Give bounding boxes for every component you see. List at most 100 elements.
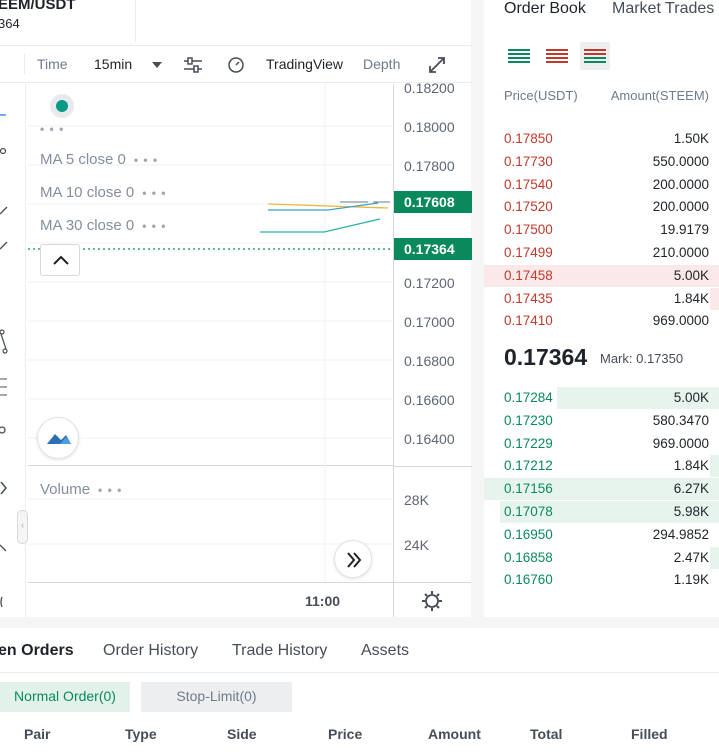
- indicator-settings-icon[interactable]: [183, 56, 203, 79]
- price-tag-high: 0.17608: [394, 191, 472, 213]
- ask-price: 0.17540: [504, 176, 553, 192]
- tab-order-history[interactable]: Order History: [103, 642, 198, 660]
- bid-row[interactable]: 0.16760 1.19K: [484, 569, 719, 591]
- mark-price: Mark: 0.17350: [600, 351, 684, 366]
- eraser-icon[interactable]: [0, 596, 8, 611]
- trendline-icon[interactable]: [0, 204, 8, 218]
- volume-menu-dots[interactable]: • • •: [98, 483, 122, 497]
- ma5-label: MA 5 close 0: [40, 151, 126, 168]
- price-chart[interactable]: • • • MA 5 close 0 • • • MA 10 close 0 • •…: [28, 84, 393, 466]
- chart-logo-icon[interactable]: [37, 417, 79, 459]
- tradingview-button[interactable]: TradingView: [266, 56, 343, 72]
- pattern-icon[interactable]: [0, 329, 8, 358]
- chart-frame: • • • MA 5 close 0 • • • MA 10 close 0 • •…: [28, 80, 472, 617]
- scroll-to-latest-button[interactable]: [334, 540, 372, 578]
- bid-amount: 6.27K: [673, 481, 709, 497]
- legend-more-dots[interactable]: • • •: [40, 122, 64, 136]
- ask-row[interactable]: 0.17520 200.0000: [484, 196, 719, 218]
- book-bids-icon[interactable]: [580, 42, 610, 70]
- book-asks-icon[interactable]: [542, 42, 572, 70]
- ask-row[interactable]: 0.17499 210.0000: [484, 242, 719, 264]
- ask-row[interactable]: 0.17730 550.0000: [484, 151, 719, 173]
- measure-icon[interactable]: [0, 424, 8, 439]
- collapse-sidebar-handle[interactable]: ‹: [17, 510, 28, 544]
- expand-icon[interactable]: [428, 56, 446, 79]
- ask-price: 0.17410: [504, 313, 553, 329]
- bid-row[interactable]: 0.17229 969.0000: [484, 433, 719, 455]
- zoom-icon[interactable]: [0, 542, 8, 556]
- price-tick: 0.17800: [404, 158, 455, 174]
- tab-order-book[interactable]: Order Book: [504, 0, 586, 18]
- bid-amount: 294.9852: [652, 526, 709, 542]
- ask-row[interactable]: 0.17410 969.0000: [484, 310, 719, 332]
- interval-select[interactable]: 15min: [94, 56, 132, 72]
- tab-assets[interactable]: Assets: [361, 642, 409, 660]
- ma30-menu-dots[interactable]: • • •: [142, 219, 166, 233]
- ma10-menu-dots[interactable]: • • •: [142, 186, 166, 200]
- bid-amount: 1.19K: [673, 572, 709, 588]
- chart-settings-icon[interactable]: [393, 582, 471, 617]
- axis-divider: [393, 466, 472, 467]
- ma10-legend[interactable]: MA 10 close 0 • • •: [40, 184, 167, 201]
- ma30-legend[interactable]: MA 30 close 0 • • •: [40, 217, 167, 234]
- bid-amount: 1.84K: [673, 458, 709, 474]
- toolbar-divider: [24, 54, 25, 74]
- column-pair: Pair: [24, 726, 51, 742]
- ask-price: 0.17458: [504, 267, 553, 283]
- collapse-legend-button[interactable]: [40, 244, 80, 276]
- bid-row[interactable]: 0.17230 580.3470: [484, 410, 719, 432]
- normal-order-filter[interactable]: Normal Order(0): [0, 682, 130, 712]
- chevron-down-icon[interactable]: [152, 62, 162, 68]
- ray-icon[interactable]: [0, 239, 8, 253]
- volume-legend[interactable]: Volume • • •: [40, 481, 122, 498]
- bid-price: 0.16950: [504, 526, 553, 542]
- ask-amount: 200.0000: [652, 199, 709, 215]
- price-axis[interactable]: 0.18200 0.18000 0.17800 0.17608 0.17364 …: [393, 80, 472, 582]
- tabs-divider: [0, 672, 719, 673]
- ask-row[interactable]: 0.17435 1.84K: [484, 287, 719, 310]
- ask-amount: 1.84K: [673, 290, 709, 306]
- tab-open-orders[interactable]: en Orders: [0, 642, 74, 660]
- bid-row[interactable]: 0.16950 294.9852: [484, 524, 719, 546]
- ma5-menu-dots[interactable]: • • •: [134, 153, 158, 167]
- gauge-icon[interactable]: [227, 56, 245, 79]
- bid-row[interactable]: 0.17156 6.27K: [484, 478, 719, 501]
- price-tick: 0.17000: [404, 314, 455, 330]
- bid-row[interactable]: 0.17284 5.00K: [484, 387, 719, 409]
- time-button[interactable]: Time: [37, 56, 68, 72]
- book-both-icon[interactable]: [504, 42, 534, 70]
- depth-bar: [710, 287, 719, 310]
- bid-price: 0.17230: [504, 412, 553, 428]
- amount-column-header: Amount(STEEM): [610, 88, 709, 103]
- column-filled: Filled: [631, 726, 668, 742]
- tab-market-trades[interactable]: Market Trades: [612, 0, 714, 18]
- price-tick: 0.16400: [404, 431, 455, 447]
- column-total: Total: [530, 726, 563, 742]
- chevron-right-icon[interactable]: [0, 481, 8, 498]
- fib-icon[interactable]: [0, 376, 8, 403]
- column-side: Side: [227, 726, 257, 742]
- volume-pane[interactable]: Volume • • •: [28, 467, 393, 582]
- ma5-legend[interactable]: MA 5 close 0 • • •: [40, 151, 158, 168]
- ask-price: 0.17520: [504, 199, 553, 215]
- stop-limit-filter[interactable]: Stop-Limit(0): [141, 682, 292, 712]
- bid-row[interactable]: 0.16858 2.47K: [484, 546, 719, 569]
- ask-price: 0.17435: [504, 290, 553, 306]
- time-tick: 11:00: [305, 593, 341, 609]
- orderbook-panel: Order Book Market Trades Price(USDT) Amo…: [484, 0, 719, 617]
- ask-amount: 5.00K: [673, 267, 709, 283]
- bid-price: 0.17078: [504, 504, 553, 519]
- ask-row[interactable]: 0.17850 1.50K: [484, 128, 719, 150]
- ask-row[interactable]: 0.17500 19.9179: [484, 219, 719, 241]
- pair-header[interactable]: EEM/USDT 364: [0, 0, 136, 42]
- bid-row[interactable]: 0.17212 1.84K: [484, 455, 719, 478]
- ask-amount: 1.50K: [673, 131, 709, 146]
- pen-icon[interactable]: [0, 144, 8, 158]
- bid-row[interactable]: 0.17078 5.98K: [484, 501, 719, 523]
- ask-row[interactable]: 0.17458 5.00K: [484, 264, 719, 287]
- bid-price: 0.16858: [504, 549, 553, 565]
- tab-trade-history[interactable]: Trade History: [232, 642, 327, 660]
- ask-row[interactable]: 0.17540 200.0000: [484, 174, 719, 196]
- last-price: 0.17364: [504, 344, 588, 370]
- depth-button[interactable]: Depth: [363, 56, 400, 72]
